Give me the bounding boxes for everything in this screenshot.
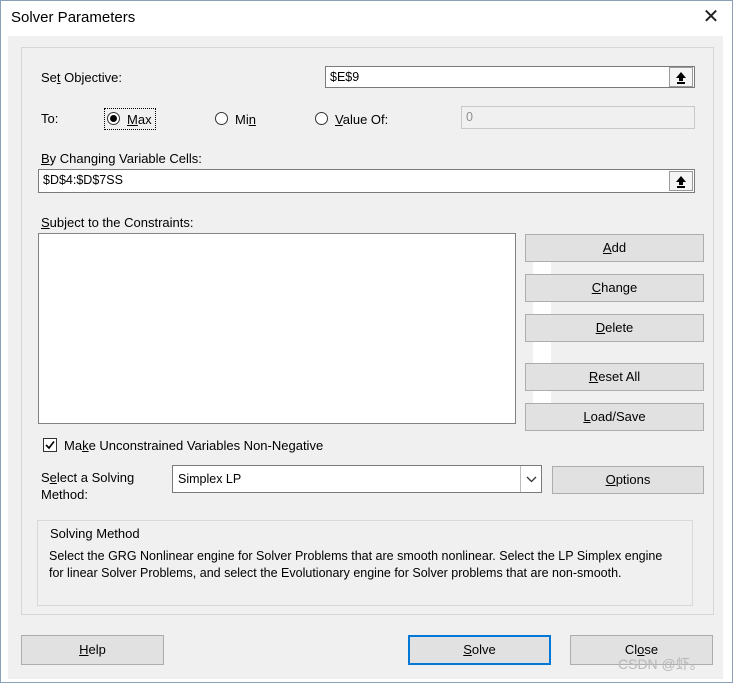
solving-method-select[interactable]: Simplex LP	[172, 465, 542, 493]
chevron-down-icon[interactable]	[520, 466, 541, 492]
value-of-label[interactable]: Value Of:	[335, 112, 388, 127]
change-button[interactable]: Change	[525, 274, 704, 302]
value-of-radio[interactable]	[315, 112, 328, 125]
min-radio[interactable]	[215, 112, 228, 125]
reset-all-button[interactable]: Reset All	[525, 363, 704, 391]
options-button[interactable]: Options	[552, 466, 704, 494]
min-label[interactable]: Min	[235, 112, 256, 127]
max-radio[interactable]	[107, 112, 120, 125]
set-objective-input[interactable]: $E$9	[325, 66, 695, 88]
to-label: To:	[41, 111, 59, 126]
set-objective-label: Set Objective:	[41, 70, 122, 85]
solving-method-value: Simplex LP	[178, 472, 242, 486]
close-icon[interactable]: ✕	[700, 6, 722, 28]
add-button[interactable]: Add	[525, 234, 704, 262]
solving-method-description: Select the GRG Nonlinear engine for Solv…	[49, 549, 663, 580]
value-of-input[interactable]: 0	[461, 106, 695, 129]
watermark-text: CSDN @虾。	[618, 656, 704, 672]
max-label[interactable]: Max	[127, 112, 152, 127]
help-button[interactable]: Help	[21, 635, 164, 665]
arrow-up-bar-icon	[676, 175, 686, 188]
solving-method-label-line1: Select a Solving	[41, 470, 135, 485]
dialog-title: Solver Parameters	[11, 9, 136, 26]
nonnegative-checkbox[interactable]	[43, 438, 57, 452]
constraints-listbox[interactable]	[38, 233, 551, 424]
load-save-button[interactable]: Load/Save	[525, 403, 704, 431]
solving-method-group-title: Solving Method	[50, 526, 140, 541]
objective-collapse-button[interactable]	[669, 67, 693, 87]
delete-button[interactable]: Delete	[525, 314, 704, 342]
arrow-up-bar-icon	[676, 71, 686, 84]
changing-cells-collapse-button[interactable]	[669, 171, 693, 191]
checkmark-icon	[45, 441, 55, 450]
solve-button[interactable]: Solve	[408, 635, 551, 665]
changing-cells-label: By Changing Variable Cells:	[41, 151, 202, 166]
constraints-label: Subject to the Constraints:	[41, 215, 194, 230]
solving-method-label-line2: Method:	[41, 487, 88, 502]
changing-cells-input[interactable]: $D$4:$D$7SS	[38, 169, 695, 193]
nonnegative-label[interactable]: Make Unconstrained Variables Non-Negativ…	[64, 438, 323, 453]
